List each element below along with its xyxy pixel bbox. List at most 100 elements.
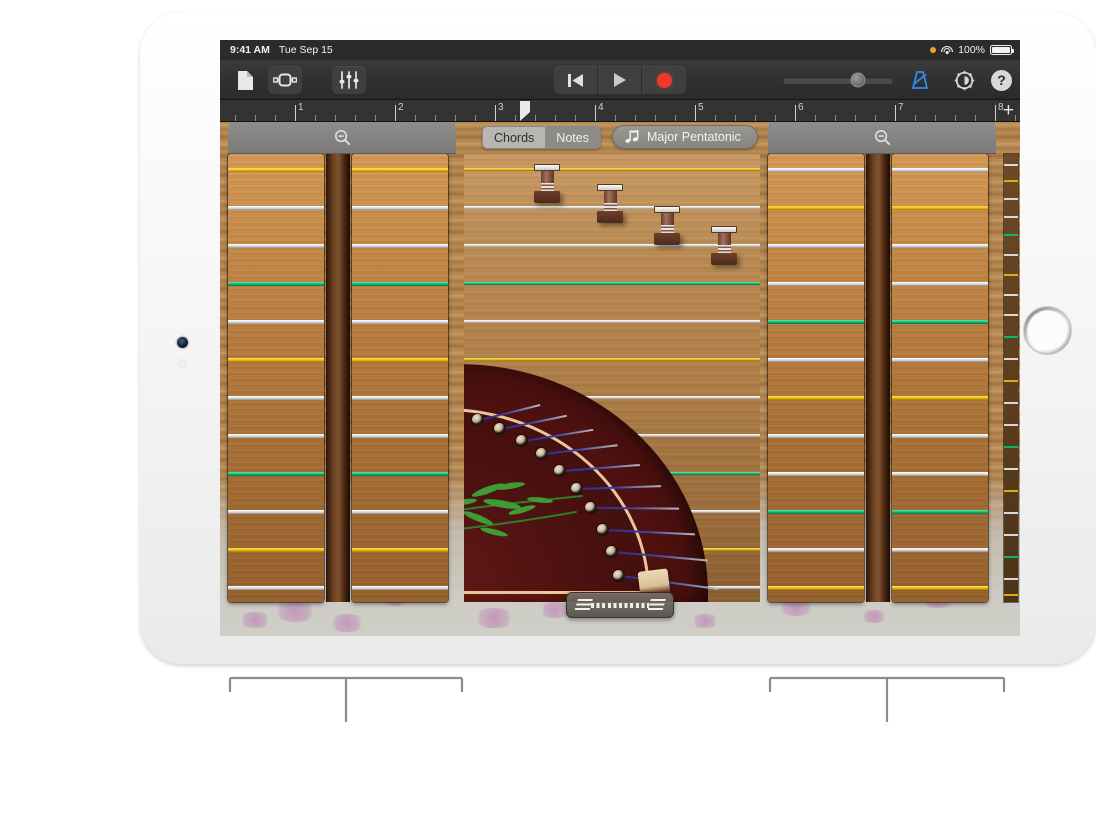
home-button[interactable] bbox=[1023, 306, 1072, 355]
chords-notes-segmented-control[interactable]: Chords Notes bbox=[482, 126, 601, 149]
ruler-tick-major bbox=[795, 105, 796, 121]
rewind-button[interactable] bbox=[554, 66, 598, 94]
koto-string[interactable] bbox=[228, 548, 324, 552]
help-button[interactable]: ? bbox=[991, 69, 1012, 91]
koto-string[interactable] bbox=[228, 244, 324, 248]
koto-string[interactable] bbox=[768, 358, 864, 362]
scale-selector-button[interactable]: Major Pentatonic bbox=[612, 125, 758, 149]
koto-center-string[interactable] bbox=[464, 168, 760, 171]
ruler-tick-major bbox=[595, 105, 596, 121]
koto-string[interactable] bbox=[228, 320, 324, 324]
play-icon bbox=[613, 73, 626, 87]
koto-string[interactable] bbox=[768, 434, 864, 438]
grip-right-icon bbox=[647, 598, 666, 612]
koto-string[interactable] bbox=[892, 282, 988, 286]
ruler-tick-minor bbox=[875, 115, 876, 121]
zoom-out-icon bbox=[334, 130, 350, 146]
koto-string[interactable] bbox=[892, 434, 988, 438]
wifi-icon bbox=[941, 45, 954, 55]
right-string-panel-1[interactable] bbox=[768, 154, 864, 602]
koto-string[interactable] bbox=[892, 320, 988, 324]
zoom-out-right-button[interactable] bbox=[768, 122, 996, 154]
koto-string[interactable] bbox=[228, 396, 324, 400]
instrument-browser-button[interactable] bbox=[268, 66, 302, 94]
koto-string[interactable] bbox=[892, 510, 988, 514]
segment-chords[interactable]: Chords bbox=[483, 127, 546, 148]
segment-notes[interactable]: Notes bbox=[545, 127, 600, 148]
koto-string[interactable] bbox=[352, 320, 448, 324]
koto-string[interactable] bbox=[768, 168, 864, 172]
overview-string bbox=[1004, 294, 1018, 296]
blossom bbox=[860, 610, 888, 623]
koto-string[interactable] bbox=[352, 168, 448, 172]
ruler-tick-minor bbox=[715, 115, 716, 121]
instrument-resize-handle[interactable] bbox=[566, 592, 674, 618]
right-string-panel-2[interactable] bbox=[892, 154, 988, 602]
koto-string[interactable] bbox=[228, 586, 324, 590]
volume-knob[interactable] bbox=[850, 72, 866, 88]
koto-string[interactable] bbox=[352, 396, 448, 400]
koto-string[interactable] bbox=[768, 548, 864, 552]
koto-string[interactable] bbox=[352, 548, 448, 552]
play-button[interactable] bbox=[598, 66, 642, 94]
koto-string[interactable] bbox=[768, 320, 864, 324]
koto-center-string[interactable] bbox=[464, 320, 760, 323]
koto-string[interactable] bbox=[228, 282, 324, 286]
koto-center-string[interactable] bbox=[464, 282, 760, 285]
tuning-peg bbox=[554, 464, 566, 476]
koto-string[interactable] bbox=[352, 244, 448, 248]
koto-string[interactable] bbox=[892, 244, 988, 248]
track-controls-button[interactable] bbox=[332, 66, 366, 94]
add-section-button[interactable]: + bbox=[1003, 101, 1014, 120]
koto-string[interactable] bbox=[228, 206, 324, 210]
status-bar: 9:41 AM Tue Sep 15 100% bbox=[220, 40, 1020, 60]
koto-string[interactable] bbox=[228, 472, 324, 476]
zoom-out-left-button[interactable] bbox=[228, 122, 456, 154]
ruler-tick-major bbox=[295, 105, 296, 121]
koto-string[interactable] bbox=[768, 586, 864, 590]
koto-string[interactable] bbox=[892, 586, 988, 590]
string-overview-strip[interactable] bbox=[1004, 154, 1018, 602]
koto-string[interactable] bbox=[352, 358, 448, 362]
koto-string[interactable] bbox=[892, 358, 988, 362]
koto-string[interactable] bbox=[228, 168, 324, 172]
koto-bridge[interactable] bbox=[654, 206, 680, 245]
koto-string[interactable] bbox=[228, 434, 324, 438]
koto-string[interactable] bbox=[352, 510, 448, 514]
my-songs-button[interactable] bbox=[228, 66, 262, 94]
koto-string[interactable] bbox=[768, 472, 864, 476]
koto-string[interactable] bbox=[768, 510, 864, 514]
koto-string[interactable] bbox=[352, 586, 448, 590]
koto-body[interactable] bbox=[464, 154, 760, 602]
left-string-panel-1[interactable] bbox=[228, 154, 324, 602]
koto-bridge[interactable] bbox=[534, 164, 560, 203]
koto-bridge[interactable] bbox=[711, 226, 737, 265]
metronome-button[interactable] bbox=[903, 66, 937, 94]
koto-string[interactable] bbox=[228, 510, 324, 514]
status-bar-right: 100% bbox=[930, 40, 1015, 60]
koto-string[interactable] bbox=[892, 168, 988, 172]
koto-string[interactable] bbox=[228, 358, 324, 362]
left-string-panel-2[interactable] bbox=[352, 154, 448, 602]
master-volume-slider[interactable] bbox=[783, 66, 893, 94]
ruler-number: 2 bbox=[398, 102, 404, 113]
koto-center-string[interactable] bbox=[464, 358, 760, 361]
song-settings-button[interactable] bbox=[947, 66, 981, 94]
koto-string[interactable] bbox=[352, 472, 448, 476]
mixer-sliders-icon bbox=[339, 71, 359, 89]
koto-string[interactable] bbox=[768, 396, 864, 400]
koto-string[interactable] bbox=[892, 548, 988, 552]
koto-string[interactable] bbox=[768, 206, 864, 210]
ruler-tick-major bbox=[995, 105, 996, 121]
koto-string[interactable] bbox=[768, 244, 864, 248]
koto-string[interactable] bbox=[352, 282, 448, 286]
koto-string[interactable] bbox=[892, 206, 988, 210]
record-button[interactable] bbox=[642, 66, 686, 94]
koto-string[interactable] bbox=[352, 206, 448, 210]
timeline-ruler[interactable]: 12345678 + bbox=[220, 100, 1020, 122]
koto-bridge[interactable] bbox=[597, 184, 623, 223]
koto-string[interactable] bbox=[768, 282, 864, 286]
koto-string[interactable] bbox=[892, 396, 988, 400]
koto-string[interactable] bbox=[892, 472, 988, 476]
koto-string[interactable] bbox=[352, 434, 448, 438]
